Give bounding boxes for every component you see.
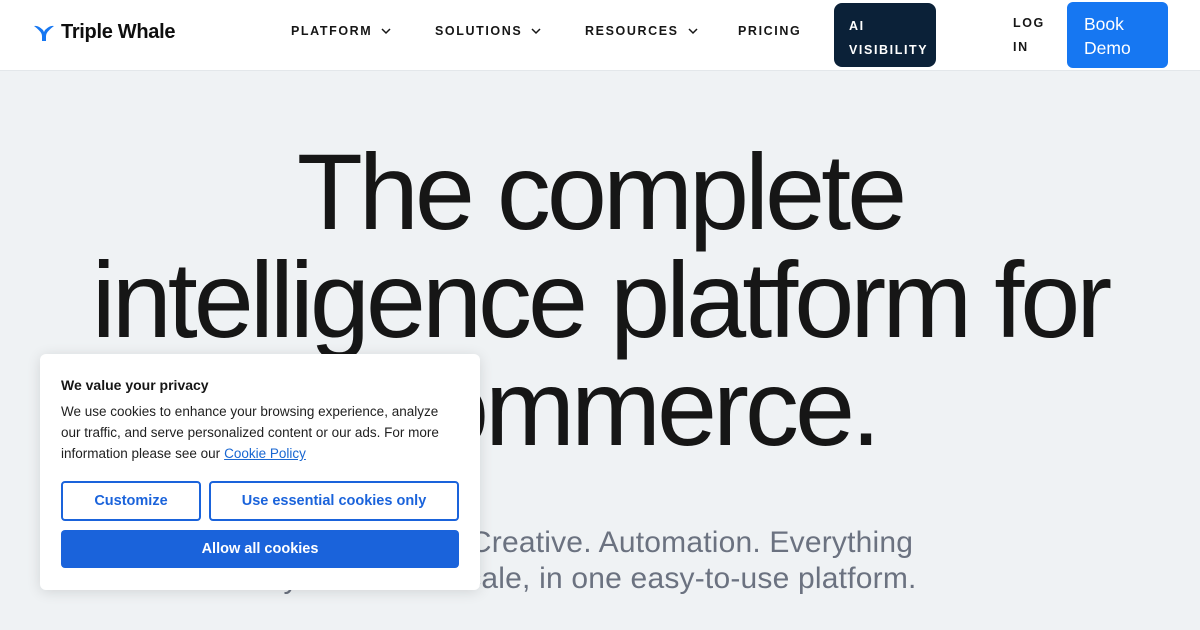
essential-cookies-only-button[interactable]: Use essential cookies only [209, 481, 459, 521]
book-demo-button[interactable]: Book Demo [1067, 2, 1168, 68]
cookie-banner-title: We value your privacy [61, 377, 209, 393]
nav-resources[interactable]: RESOURCES [585, 24, 699, 38]
chevron-down-icon [381, 28, 391, 35]
logo-link[interactable]: Triple Whale [33, 21, 176, 44]
login-label-line1: LOG [1013, 16, 1045, 30]
login-link[interactable]: LOG IN [1013, 11, 1053, 59]
nav-solutions-label: SOLUTIONS [435, 24, 523, 38]
customize-cookies-button[interactable]: Customize [61, 481, 201, 521]
hero-title-line1: The complete [296, 131, 907, 252]
ai-visibility-label-line2: VISIBILITY [849, 43, 929, 57]
cookie-banner-body: We use cookies to enhance your browsing … [61, 401, 461, 464]
login-label-line2: IN [1013, 40, 1029, 54]
top-navigation-bar: Triple Whale PLATFORM SOLUTIONS RESOURCE… [0, 0, 1200, 71]
nav-pricing-label: PRICING [738, 24, 802, 38]
nav-platform-label: PLATFORM [291, 24, 373, 38]
ai-visibility-button[interactable]: AI VISIBILITY [834, 3, 936, 67]
book-demo-label-line2: Demo [1084, 38, 1131, 58]
chevron-down-icon [688, 28, 698, 35]
nav-pricing[interactable]: PRICING [738, 24, 801, 38]
nav-solutions[interactable]: SOLUTIONS [435, 24, 542, 38]
whale-tail-logo-icon [33, 24, 55, 42]
logo-text: Triple Whale [61, 21, 176, 43]
nav-resources-label: RESOURCES [585, 24, 679, 38]
cookie-policy-link[interactable]: Cookie Policy [224, 446, 306, 461]
hero-title-line2: intelligence platform for [91, 239, 1113, 360]
allow-all-cookies-button[interactable]: Allow all cookies [61, 530, 459, 568]
chevron-down-icon [531, 28, 541, 35]
cookie-consent-banner: We value your privacy We use cookies to … [40, 354, 480, 590]
book-demo-label-line1: Book [1084, 14, 1124, 34]
ai-visibility-label-line1: AI [849, 19, 865, 33]
nav-platform[interactable]: PLATFORM [291, 24, 392, 38]
